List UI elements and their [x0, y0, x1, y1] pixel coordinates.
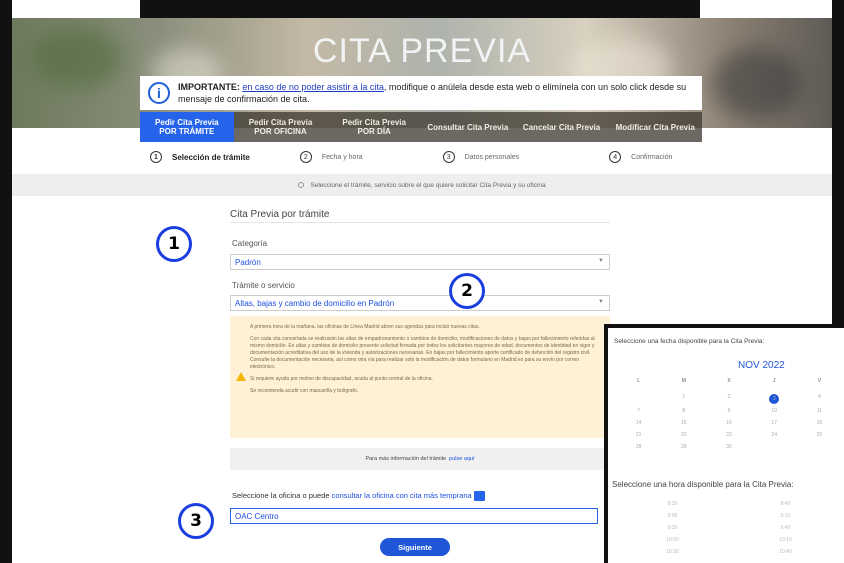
calendar-day[interactable]: 16 — [706, 420, 751, 426]
hour-option[interactable]: 8:40 — [729, 501, 842, 507]
category-select[interactable]: Padrón ▼ — [230, 254, 610, 270]
hour-option[interactable]: 9:10 — [729, 513, 842, 519]
chevron-down-icon: ▼ — [598, 258, 604, 264]
calendar-day[interactable]: 18 — [797, 420, 842, 426]
earliest-office-link[interactable]: consultar la oficina con cita más tempra… — [332, 491, 472, 500]
calendar-panel: Seleccione una fecha disponible para la … — [604, 324, 844, 563]
calendar-day[interactable]: 4 — [797, 394, 842, 404]
calendar-week: 21 22 23 24 25 — [616, 432, 842, 438]
next-button[interactable]: Siguiente — [380, 538, 450, 556]
calendar-day[interactable]: 21 — [616, 432, 661, 438]
calendar-week: 28 29 30 — [616, 444, 842, 450]
step-2: 2 Fecha y hora — [299, 151, 363, 163]
annotation-badge-3: 3 — [178, 503, 214, 539]
calendar-day[interactable]: 22 — [661, 432, 706, 438]
tab-cancelar[interactable]: Cancelar Cita Previa — [515, 112, 609, 142]
office-input[interactable]: OAC Centro — [230, 508, 598, 524]
more-info-link[interactable]: pulse aquí — [449, 456, 474, 462]
hint-bar: Seleccione el trámite, servicio sobre el… — [12, 174, 832, 196]
main-tabs: Pedir Cita Previa POR TRÁMITE Pedir Cita … — [140, 112, 702, 142]
calendar-day[interactable]: 11 — [797, 408, 842, 414]
more-info-text: Para más información del trámite — [365, 456, 447, 462]
hint-text: Seleccione el trámite, servicio sobre el… — [310, 181, 546, 189]
calendar-day[interactable]: 1 — [661, 394, 706, 404]
page: CITA PREVIA i IMPORTANTE: en caso de no … — [0, 0, 844, 563]
notice-link[interactable]: en caso de no poder asistir a la cita — [242, 82, 384, 92]
calendar-week: 7 8 9 10 11 — [616, 408, 842, 414]
warning-paragraph: A primera hora de la mañana, las oficina… — [250, 324, 480, 330]
calendar-day[interactable]: 8 — [661, 408, 706, 414]
calendar-day[interactable]: 2 — [706, 394, 751, 404]
category-label: Categoría — [232, 239, 268, 248]
chevron-down-icon: ▼ — [598, 299, 604, 305]
calendar-day[interactable]: 28 — [616, 444, 661, 450]
step-3: 3 Datos personales — [442, 151, 519, 163]
tab-por-dia[interactable]: Pedir Cita Previa POR DÍA — [327, 112, 421, 142]
tab-por-tramite[interactable]: Pedir Cita Previa POR TRÁMITE — [140, 112, 234, 142]
hour-list: 8:30 8:40 9:00 9:10 9:30 9:40 10:00 10:10 10… — [616, 498, 842, 558]
calendar-day[interactable]: 15 — [661, 420, 706, 426]
annotation-badge-1: 1 — [156, 226, 192, 262]
hint-icon — [298, 182, 305, 188]
tab-consultar[interactable]: Consultar Cita Previa — [421, 112, 515, 142]
page-title: CITA PREVIA — [312, 32, 532, 70]
calendar-day[interactable]: 24 — [752, 432, 797, 438]
tab-modificar[interactable]: Modificar Cita Previa — [608, 112, 702, 142]
hour-option[interactable]: 10:10 — [729, 537, 842, 543]
office-prompt: Seleccione la oficina o puede consultar … — [232, 491, 485, 502]
calendar-week: 14 15 16 17 18 — [616, 420, 842, 426]
date-prompt: Seleccione una fecha disponible para la … — [614, 338, 765, 345]
weekday-header: LMXJV — [637, 378, 822, 384]
step-1: 1 Selección de trámite — [150, 151, 250, 163]
hour-option[interactable]: 9:30 — [616, 525, 729, 531]
notice-prefix: IMPORTANTE: — [178, 82, 243, 92]
notice-text: IMPORTANTE: en caso de no poder asistir … — [178, 81, 694, 105]
hour-option[interactable]: 9:40 — [729, 525, 842, 531]
hour-option[interactable]: 9:00 — [616, 513, 729, 519]
progress-steps: 1 Selección de trámite 2 Fecha y hora 3 Dat… — [140, 146, 702, 168]
calendar-icon[interactable] — [473, 491, 485, 502]
important-notice: i IMPORTANTE: en caso de no poder asisti… — [140, 76, 702, 110]
calendar-day[interactable]: 17 — [752, 420, 797, 426]
hour-option[interactable]: 10:30 — [616, 549, 729, 555]
annotation-badge-2: 2 — [449, 273, 485, 309]
calendar-day[interactable]: 9 — [706, 408, 751, 414]
calendar-day[interactable]: 29 — [661, 444, 706, 450]
hour-option[interactable]: 10:40 — [729, 549, 842, 555]
frame-top — [140, 0, 700, 18]
warning-paragraph: Se recomienda acudir con mascarilla y bo… — [250, 388, 359, 394]
calendar-week: 1234 — [616, 394, 842, 404]
hour-option[interactable]: 10:00 — [616, 537, 729, 543]
calendar-day[interactable]: 14 — [616, 420, 661, 426]
service-select[interactable]: Altas, bajas y cambio de domicilio en Pa… — [230, 295, 610, 311]
warning-paragraph: Si requiere ayuda por motivo de discapac… — [250, 376, 433, 382]
hour-prompt: Seleccione una hora disponible para la C… — [612, 480, 794, 489]
tab-por-oficina[interactable]: Pedir Cita Previa POR OFICINA — [234, 112, 328, 142]
section-divider — [230, 222, 610, 223]
calendar-day[interactable]: 7 — [616, 408, 661, 414]
warning-box: A primera hora de la mañana, las oficina… — [230, 316, 610, 438]
service-label: Trámite o servicio — [232, 281, 295, 290]
more-info-bar: Para más información del trámite pulse a… — [230, 448, 610, 470]
calendar-day[interactable]: 10 — [752, 408, 797, 414]
hour-option[interactable]: 8:30 — [616, 501, 729, 507]
calendar-day[interactable]: 30 — [706, 444, 751, 450]
calendar-day[interactable]: 23 — [706, 432, 751, 438]
info-icon: i — [148, 82, 170, 104]
section-title: Cita Previa por trámite — [230, 209, 330, 220]
warning-icon — [236, 372, 246, 381]
calendar-day[interactable]: 25 — [797, 432, 842, 438]
frame-left — [0, 0, 12, 563]
calendar-day-selected[interactable]: 3 — [752, 394, 797, 404]
step-4: 4 Confirmación — [609, 151, 672, 163]
warning-paragraph: Con cada cita concertada se realizarán l… — [250, 336, 595, 370]
calendar-month: NOV 2022 — [738, 360, 785, 371]
